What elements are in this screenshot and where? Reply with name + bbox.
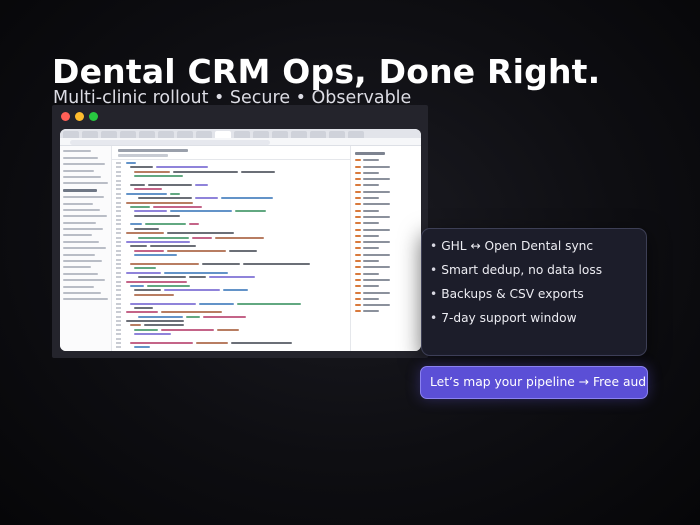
browser-tab [215, 131, 231, 138]
browser-tab [101, 131, 117, 138]
outline-entry [355, 184, 417, 187]
outline-entry [355, 291, 417, 294]
feature-label: Backups & CSV exports [441, 287, 584, 301]
file-entry [63, 163, 105, 166]
outline-entry [355, 178, 417, 181]
file-entry [63, 234, 92, 237]
browser-window [60, 129, 421, 351]
outline-entry [355, 285, 417, 288]
features-card: • GHL ↔ Open Dental sync • Smart dedup, no… [421, 228, 647, 356]
file-entry [63, 175, 101, 178]
browser-tab [291, 131, 307, 138]
file-entry [63, 150, 91, 153]
file-entry [63, 298, 108, 301]
code-lines [112, 161, 350, 351]
outline-entry [355, 234, 417, 237]
browser-tab [348, 131, 364, 138]
file-entry [63, 260, 102, 263]
file-entry [63, 228, 103, 231]
browser-tab [139, 131, 155, 138]
file-entry [63, 272, 98, 275]
outline-entry [355, 310, 417, 313]
browser-tabs [60, 129, 421, 138]
file-entry [63, 196, 104, 199]
outline-entry [355, 247, 417, 250]
code-line [112, 350, 350, 351]
outline-entry [355, 304, 417, 307]
file-entry [63, 208, 100, 211]
file-entry [63, 182, 108, 185]
outline-entry [355, 203, 417, 206]
file-entry [63, 285, 94, 288]
feature-label: Smart dedup, no data loss [441, 263, 603, 277]
file-entry [63, 279, 105, 282]
minimize-dot [75, 112, 84, 121]
outline-entry [355, 197, 417, 200]
browser-tab [329, 131, 345, 138]
feature-item: • Smart dedup, no data loss [430, 263, 603, 277]
symbol-outline [350, 146, 421, 351]
feature-item: • Backups & CSV exports [430, 287, 584, 301]
browser-tab [253, 131, 269, 138]
outline-entry [355, 228, 417, 231]
close-dot [61, 112, 70, 121]
cta-label: Let’s map your pipeline → Free aud [430, 375, 647, 389]
browser-tab [310, 131, 326, 138]
file-entry [63, 215, 107, 218]
window-controls [61, 112, 98, 121]
address-bar [60, 138, 421, 146]
browser-tab [196, 131, 212, 138]
hero-headline: Dental CRM Ops, Done Right. [52, 52, 601, 91]
outline-entry [355, 165, 417, 168]
product-screenshot [52, 105, 428, 358]
outline-entry [355, 215, 417, 218]
outline-entry [355, 171, 417, 174]
outline-entry [355, 159, 417, 162]
browser-tab [82, 131, 98, 138]
code-editor [112, 146, 350, 351]
file-entry [63, 240, 99, 243]
outline-entry [355, 222, 417, 225]
outline-entry [355, 266, 417, 269]
file-entry [63, 202, 93, 205]
feature-label: 7-day support window [441, 311, 577, 325]
file-entry [63, 156, 98, 159]
maximize-dot [89, 112, 98, 121]
feature-item: • 7-day support window [430, 311, 577, 325]
browser-tab [234, 131, 250, 138]
outline-entry [355, 241, 417, 244]
editor-header [112, 146, 350, 160]
browser-tab [272, 131, 288, 138]
outline-entry [355, 278, 417, 281]
file-entry [63, 247, 106, 250]
code-editor-view [60, 146, 421, 351]
browser-tab [63, 131, 79, 138]
file-explorer [60, 146, 112, 351]
free-audit-button[interactable]: Let’s map your pipeline → Free aud [420, 366, 648, 399]
file-entry [63, 169, 94, 172]
outline-entry [355, 190, 417, 193]
file-entry [63, 266, 91, 269]
file-entry [63, 253, 95, 256]
browser-tab [120, 131, 136, 138]
outline-entry [355, 209, 417, 212]
outline-entry [355, 297, 417, 300]
outline-entry [355, 272, 417, 275]
file-entry [63, 291, 101, 294]
feature-item: • GHL ↔ Open Dental sync [430, 239, 594, 253]
browser-tab [177, 131, 193, 138]
feature-label: GHL ↔ Open Dental sync [441, 239, 594, 253]
file-entry [63, 188, 97, 192]
file-entry [63, 221, 96, 224]
outline-entry [355, 260, 417, 263]
outline-entry [355, 253, 417, 256]
browser-tab [158, 131, 174, 138]
